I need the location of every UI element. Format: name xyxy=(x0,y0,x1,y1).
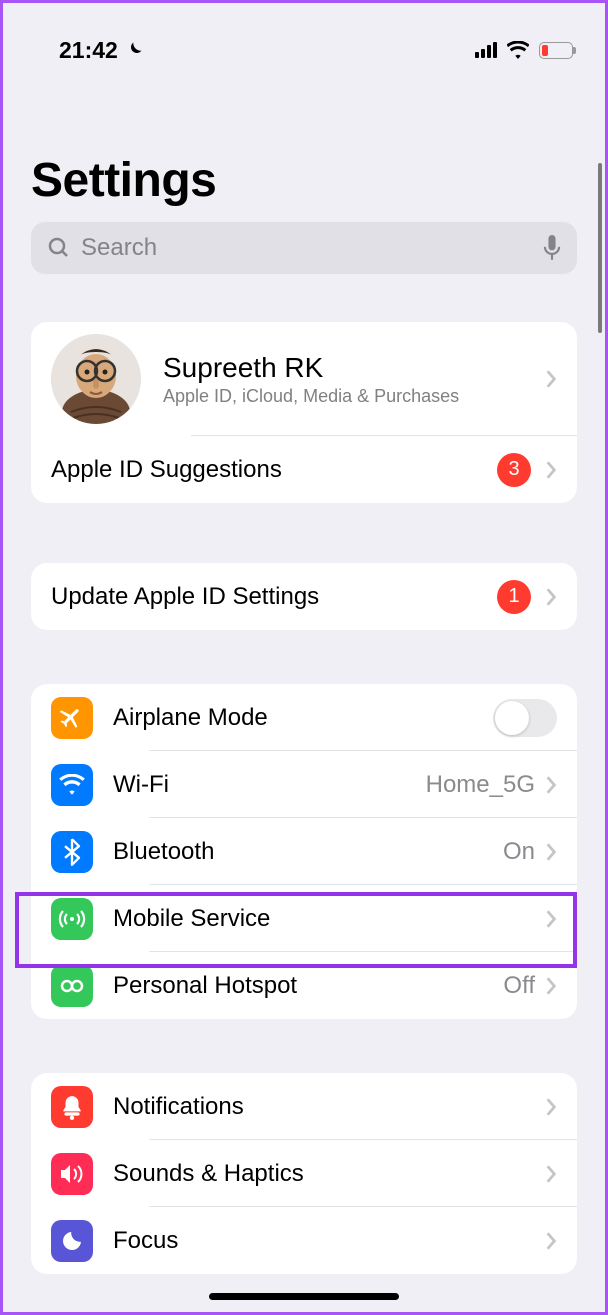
wifi-icon xyxy=(507,41,529,59)
badge: 1 xyxy=(497,580,531,614)
status-time: 21:42 xyxy=(59,37,118,64)
chevron-right-icon xyxy=(545,587,557,607)
home-indicator[interactable] xyxy=(209,1293,399,1300)
search-placeholder: Search xyxy=(81,234,533,262)
airplane-toggle[interactable] xyxy=(493,699,557,737)
chevron-right-icon xyxy=(545,460,557,480)
connectivity-group: Airplane Mode Wi-Fi Home_5G Bluetooth On… xyxy=(31,684,577,1019)
sounds-haptics-row[interactable]: Sounds & Haptics xyxy=(31,1140,577,1207)
chevron-right-icon xyxy=(545,369,557,389)
row-value: Off xyxy=(503,972,535,1000)
row-label: Sounds & Haptics xyxy=(113,1160,545,1188)
personal-hotspot-row[interactable]: Personal Hotspot Off xyxy=(31,952,577,1019)
chevron-right-icon xyxy=(545,1231,557,1251)
bluetooth-icon xyxy=(51,831,93,873)
row-label: Airplane Mode xyxy=(113,704,493,732)
cellular-icon xyxy=(475,42,497,58)
system-group: Notifications Sounds & Haptics Focus xyxy=(31,1073,577,1274)
row-value: On xyxy=(503,838,535,866)
row-label: Notifications xyxy=(113,1093,545,1121)
profile-subtitle: Apple ID, iCloud, Media & Purchases xyxy=(163,386,545,407)
page-title: Settings xyxy=(3,73,605,222)
apple-id-suggestions-row[interactable]: Apple ID Suggestions 3 xyxy=(31,436,577,503)
apple-id-row[interactable]: Supreeth RK Apple ID, iCloud, Media & Pu… xyxy=(31,322,577,436)
sounds-icon xyxy=(51,1153,93,1195)
airplane-mode-row[interactable]: Airplane Mode xyxy=(31,684,577,751)
row-label: Wi-Fi xyxy=(113,771,426,799)
search-icon xyxy=(47,236,71,260)
mobile-service-row[interactable]: Mobile Service xyxy=(31,885,577,952)
update-apple-id-row[interactable]: Update Apple ID Settings 1 xyxy=(31,563,577,630)
scroll-indicator xyxy=(598,163,602,333)
chevron-right-icon xyxy=(545,1164,557,1184)
chevron-right-icon xyxy=(545,1097,557,1117)
cellular-icon xyxy=(51,898,93,940)
wifi-row[interactable]: Wi-Fi Home_5G xyxy=(31,751,577,818)
airplane-icon xyxy=(51,697,93,739)
chevron-right-icon xyxy=(545,976,557,996)
focus-row[interactable]: Focus xyxy=(31,1207,577,1274)
row-label: Personal Hotspot xyxy=(113,972,503,1000)
profile-group: Supreeth RK Apple ID, iCloud, Media & Pu… xyxy=(31,322,577,503)
notifications-row[interactable]: Notifications xyxy=(31,1073,577,1140)
chevron-right-icon xyxy=(545,842,557,862)
chevron-right-icon xyxy=(545,909,557,929)
battery-icon xyxy=(539,42,573,59)
search-input[interactable]: Search xyxy=(31,222,577,274)
moon-icon xyxy=(124,40,144,60)
row-value: Home_5G xyxy=(426,771,535,799)
row-label: Update Apple ID Settings xyxy=(51,583,497,611)
bluetooth-row[interactable]: Bluetooth On xyxy=(31,818,577,885)
row-label: Mobile Service xyxy=(113,905,545,933)
row-label: Apple ID Suggestions xyxy=(51,456,497,484)
focus-icon xyxy=(51,1220,93,1262)
row-label: Bluetooth xyxy=(113,838,503,866)
wifi-icon xyxy=(51,764,93,806)
row-label: Focus xyxy=(113,1227,545,1255)
microphone-icon[interactable] xyxy=(543,235,561,261)
update-apple-id-group: Update Apple ID Settings 1 xyxy=(31,563,577,630)
profile-name: Supreeth RK xyxy=(163,352,545,384)
status-bar: 21:42 xyxy=(3,3,605,73)
chevron-right-icon xyxy=(545,775,557,795)
notifications-icon xyxy=(51,1086,93,1128)
avatar xyxy=(51,334,141,424)
hotspot-icon xyxy=(51,965,93,1007)
badge: 3 xyxy=(497,453,531,487)
